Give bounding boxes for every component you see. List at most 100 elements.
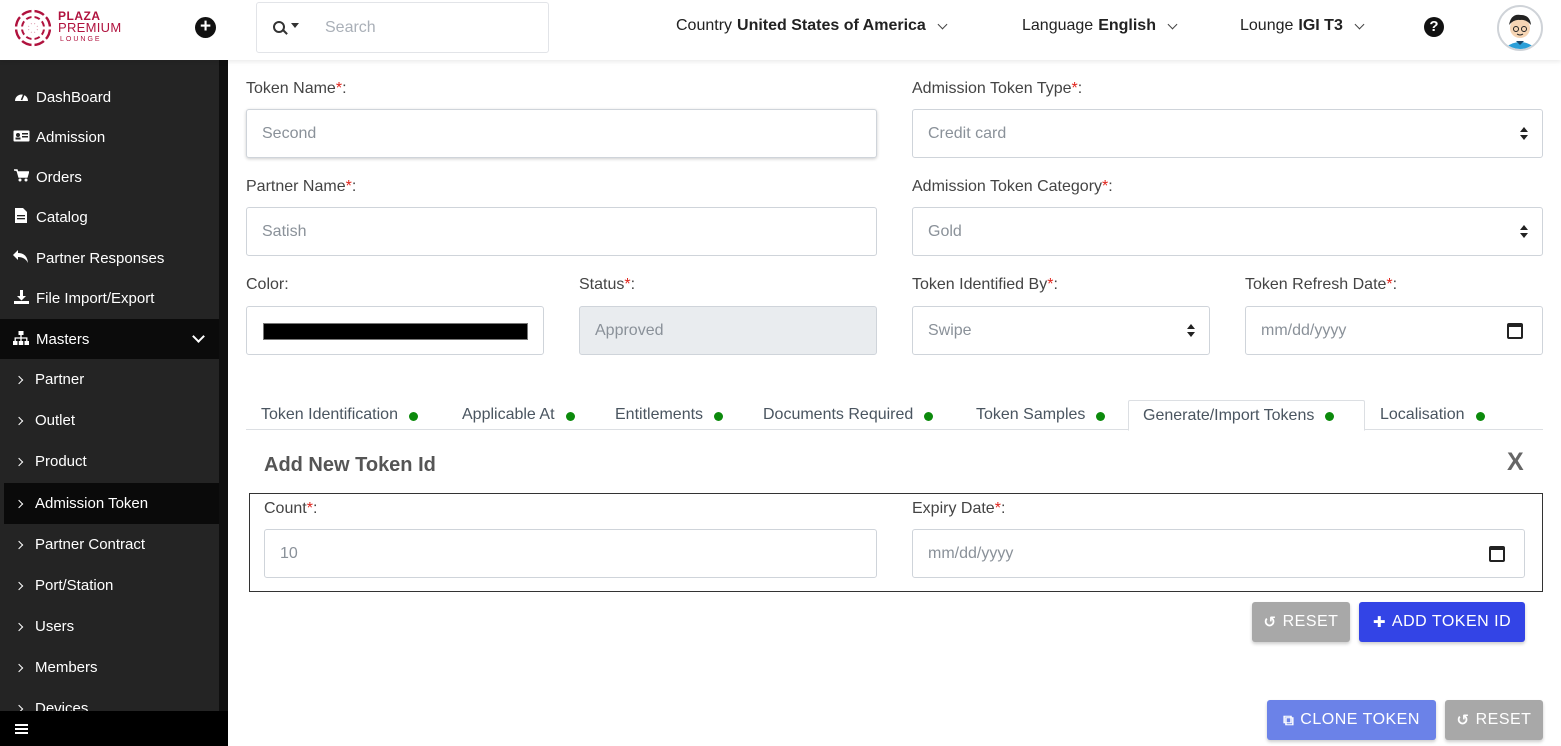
sidebar-subitem-users[interactable]: Users xyxy=(0,606,219,647)
logo-line2: PREMIUM xyxy=(58,20,122,35)
select-arrows-icon xyxy=(1520,127,1528,141)
avatar[interactable] xyxy=(1497,5,1543,51)
chevron-down-icon xyxy=(937,19,948,29)
button-label: CLONE TOKEN xyxy=(1300,711,1420,728)
plus-icon: ✚ xyxy=(1372,614,1386,631)
sidebar-menu: DashBoard Admission Orders Catalog Partn… xyxy=(0,60,219,711)
panel-reset-button[interactable]: ↺ RESET xyxy=(1252,602,1350,642)
tab-token-identification[interactable]: Token Identification xyxy=(261,400,418,430)
tab-label: Generate/Import Tokens xyxy=(1143,406,1315,424)
sidebar-item-label: Masters xyxy=(36,330,90,348)
refresh-date-placeholder: mm/dd/yyyy xyxy=(1261,321,1347,339)
chevron-right-icon xyxy=(14,375,24,384)
sidebar-item-file-import-export[interactable]: File Import/Export xyxy=(0,278,219,318)
sidebar-subitem-partner-contract[interactable]: Partner Contract xyxy=(0,524,219,565)
count-value: 10 xyxy=(280,544,298,562)
tab-localisation[interactable]: Localisation xyxy=(1380,400,1485,430)
chevron-right-icon xyxy=(14,457,24,466)
button-label: RESET xyxy=(1475,711,1532,728)
partner-name-label: Partner Name*: xyxy=(246,178,357,195)
color-label: Color: xyxy=(246,276,289,293)
chevron-down-icon xyxy=(192,330,205,343)
sidebar-item-label: Admission xyxy=(36,128,106,146)
help-icon[interactable]: ? xyxy=(1424,17,1444,37)
token-type-label: Admission Token Type*: xyxy=(912,80,1083,97)
country-select[interactable]: Country United States of America xyxy=(676,17,948,35)
token-category-label: Admission Token Category*: xyxy=(912,178,1113,195)
language-value: English xyxy=(1098,17,1156,34)
search-box xyxy=(256,2,549,53)
search-icon[interactable] xyxy=(273,20,287,35)
partner-name-field[interactable]: Satish xyxy=(246,207,877,256)
sidebar-subitem-label: Users xyxy=(35,618,75,635)
tab-token-samples[interactable]: Token Samples xyxy=(976,400,1106,430)
lounge-select[interactable]: Lounge IGI T3 xyxy=(1240,17,1365,35)
chevron-right-icon xyxy=(14,704,24,711)
add-token-id-button[interactable]: ✚ ADD TOKEN ID xyxy=(1359,602,1525,642)
tab-documents-required[interactable]: Documents Required xyxy=(763,400,934,430)
sidebar-subitem-devices[interactable]: Devices xyxy=(0,688,219,711)
language-label: Language xyxy=(1022,17,1094,34)
chevron-right-icon xyxy=(14,416,24,425)
sidebar-subitem-outlet[interactable]: Outlet xyxy=(0,400,219,441)
tab-generate-import-tokens[interactable]: Generate/Import Tokens xyxy=(1128,400,1365,431)
calendar-icon[interactable] xyxy=(1489,546,1505,562)
token-category-select[interactable]: Gold xyxy=(912,207,1543,256)
sidebar-subitem-product[interactable]: Product xyxy=(0,441,219,482)
logo-mark-icon xyxy=(14,9,52,47)
calendar-icon[interactable] xyxy=(1507,323,1523,339)
lounge-value: IGI T3 xyxy=(1298,17,1343,34)
chevron-down-icon xyxy=(1354,19,1365,29)
token-name-label: Token Name*: xyxy=(246,80,347,97)
close-icon[interactable]: X xyxy=(1507,448,1524,477)
sidebar-item-masters[interactable]: Masters xyxy=(0,319,219,359)
country-label: Country xyxy=(676,17,733,34)
brand-logo[interactable]: PLAZA PREMIUM LOUNGE xyxy=(14,9,122,47)
copy-icon: ⧉ xyxy=(1283,711,1295,729)
add-circle-icon[interactable]: + xyxy=(195,17,216,38)
partner-name-value: Satish xyxy=(262,222,307,240)
tab-entitlements[interactable]: Entitlements xyxy=(615,400,724,430)
sidebar-item-label: Partner Responses xyxy=(36,249,165,267)
sidebar-subitem-admission-token[interactable]: Admission Token xyxy=(4,483,219,524)
sidebar-subitem-partner[interactable]: Partner xyxy=(0,359,219,400)
search-input[interactable] xyxy=(325,18,525,37)
status-value: Approved xyxy=(595,321,664,339)
expiry-date-label: Expiry Date*: xyxy=(912,500,1006,517)
refresh-date-field[interactable]: mm/dd/yyyy xyxy=(1245,306,1543,355)
hamburger-menu-icon[interactable] xyxy=(15,724,28,734)
token-type-select[interactable]: Credit card xyxy=(912,109,1543,158)
cart-icon xyxy=(12,169,30,185)
clone-token-button[interactable]: ⧉ CLONE TOKEN xyxy=(1267,700,1436,740)
chevron-right-icon xyxy=(14,540,24,549)
form-reset-button[interactable]: ↺ RESET xyxy=(1445,700,1543,740)
sidebar-item-orders[interactable]: Orders xyxy=(0,157,219,197)
dashboard-icon xyxy=(12,90,30,105)
sidebar-item-catalog[interactable]: Catalog xyxy=(0,197,219,237)
sidebar-item-dashboard[interactable]: DashBoard xyxy=(0,77,219,117)
chevron-right-icon xyxy=(14,499,24,508)
status-dot xyxy=(408,411,418,421)
add-token-title: Add New Token Id xyxy=(264,454,436,476)
token-name-field[interactable]: Second xyxy=(246,109,877,158)
count-label: Count*: xyxy=(264,500,318,517)
logo-text: PLAZA PREMIUM LOUNGE xyxy=(58,10,122,46)
sidebar-subitem-port-station[interactable]: Port/Station xyxy=(0,565,219,606)
status-dot xyxy=(714,411,724,421)
caret-down-icon[interactable] xyxy=(291,23,299,28)
select-arrows-icon xyxy=(1187,324,1195,338)
sidebar-subitem-members[interactable]: Members xyxy=(0,647,219,688)
expiry-date-field[interactable]: mm/dd/yyyy xyxy=(912,529,1525,578)
count-field[interactable]: 10 xyxy=(264,529,877,578)
download-icon xyxy=(12,289,30,307)
tab-applicable-at[interactable]: Applicable At xyxy=(462,400,575,430)
sidebar-item-partner-responses[interactable]: Partner Responses xyxy=(0,238,219,278)
color-picker[interactable] xyxy=(246,306,544,355)
sidebar-item-admission[interactable]: Admission xyxy=(0,117,219,157)
identified-by-select[interactable]: Swipe xyxy=(912,306,1210,355)
language-select[interactable]: Language English xyxy=(1022,17,1178,35)
chevron-right-icon xyxy=(14,622,24,631)
status-dot xyxy=(1096,411,1106,421)
id-card-icon xyxy=(12,130,30,145)
undo-icon: ↺ xyxy=(1456,712,1470,729)
